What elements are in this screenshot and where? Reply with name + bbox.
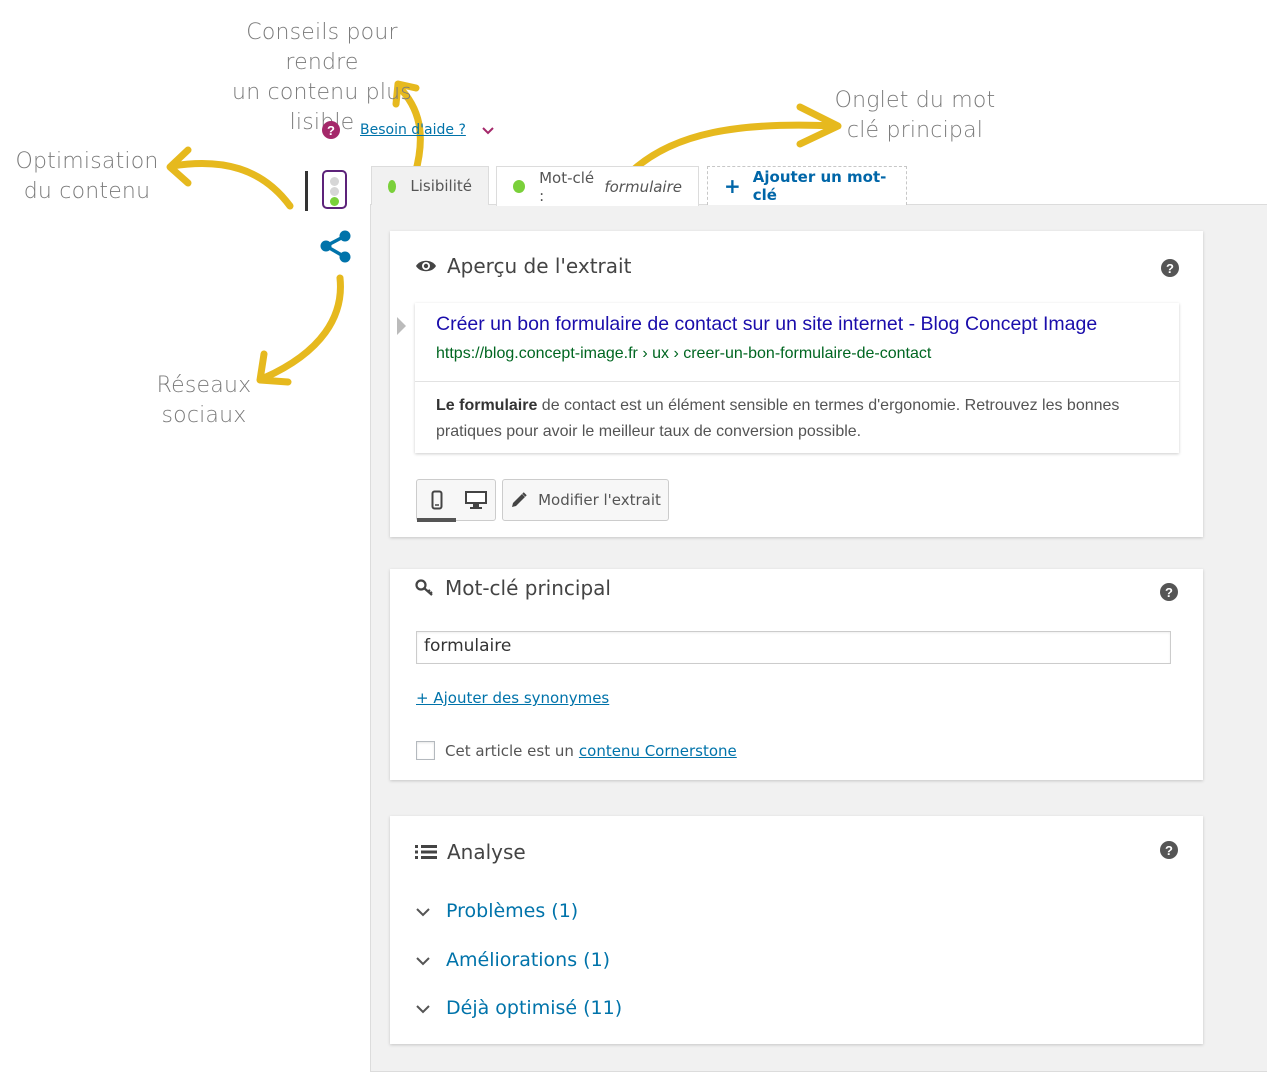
arrow-social-head bbox=[256, 350, 292, 386]
analysis-item-label: Déjà optimisé (11) bbox=[446, 997, 623, 1019]
pencil-icon bbox=[512, 492, 527, 507]
active-indicator bbox=[305, 171, 308, 211]
analysis-title-text: Analyse bbox=[447, 840, 526, 864]
tab-add-keyword-label: Ajouter un mot-clé bbox=[752, 168, 887, 204]
help-row: ? Besoin d'aide ? bbox=[322, 118, 494, 142]
preview-url: https://blog.concept-image.fr › ux › cre… bbox=[436, 345, 932, 362]
desktop-preview-button[interactable] bbox=[456, 480, 495, 520]
preview-search-title: Créer un bon formulaire de contact sur u… bbox=[436, 313, 1098, 335]
tab-keyword[interactable]: Mot-clé : formulaire bbox=[496, 166, 699, 206]
add-synonyms-link[interactable]: + Ajouter des synonymes bbox=[416, 689, 609, 707]
annotation-main-keyword-tab: Onglet du mot clé principal bbox=[834, 88, 996, 143]
keyword-title-text: Mot-clé principal bbox=[445, 576, 611, 600]
arrow-optimization-head bbox=[166, 146, 192, 187]
edit-snippet-button[interactable]: Modifier l'extrait bbox=[502, 479, 669, 521]
cornerstone-link[interactable]: contenu Cornerstone bbox=[579, 742, 737, 760]
google-preview[interactable]: Créer un bon formulaire de contact sur u… bbox=[415, 303, 1179, 453]
analysis-card: Analyse ? Problèmes (1) Améliorations (1… bbox=[390, 816, 1203, 1044]
arrow-social bbox=[260, 274, 344, 382]
snippet-preview-card: Aperçu de l'extrait ? Créer un bon formu… bbox=[390, 231, 1203, 537]
preview-divider bbox=[415, 381, 1179, 382]
status-dot-icon bbox=[388, 179, 397, 193]
cornerstone-text: Cet article est un bbox=[445, 741, 574, 760]
analysis-card-title: Analyse bbox=[415, 840, 526, 864]
question-mark-icon[interactable]: ? bbox=[322, 121, 340, 139]
mobile-preview-button[interactable] bbox=[417, 480, 456, 522]
tab-keyword-label: Mot-clé : bbox=[539, 168, 595, 205]
arrow-optimization bbox=[168, 160, 294, 210]
share-icon[interactable] bbox=[318, 228, 356, 266]
list-icon bbox=[415, 845, 437, 859]
snippet-card-title: Aperçu de l'extrait bbox=[415, 254, 631, 278]
analysis-item-improvements[interactable]: Améliorations (1) bbox=[416, 949, 610, 971]
mobile-icon bbox=[431, 490, 442, 510]
tab-add-keyword[interactable]: + Ajouter un mot-clé bbox=[707, 166, 907, 205]
desktop-icon bbox=[464, 491, 487, 509]
tab-readability-label: Lisibilité bbox=[410, 177, 472, 195]
seo-panel: Aperçu de l'extrait ? Créer un bon formu… bbox=[370, 204, 1267, 1072]
annotation-content-optimization: Optimisation du contenu bbox=[15, 149, 159, 204]
preview-description: Le formulaire de contact est un élément … bbox=[436, 393, 1166, 445]
plus-icon: + bbox=[724, 174, 741, 198]
preview-desc-bold: Le formulaire bbox=[436, 397, 538, 414]
focus-keyword-input[interactable]: formulaire bbox=[416, 631, 1171, 664]
annotation-social-networks: Réseaux sociaux bbox=[156, 373, 252, 428]
chevron-down-icon[interactable] bbox=[482, 122, 494, 138]
snippet-title-text: Aperçu de l'extrait bbox=[447, 254, 632, 278]
chevron-down-icon bbox=[416, 949, 430, 971]
cornerstone-option: Cet article est un contenu Cornerstone bbox=[416, 741, 737, 760]
preview-mode-toggle bbox=[416, 479, 496, 522]
key-icon bbox=[415, 579, 433, 596]
analysis-item-label: Problèmes (1) bbox=[446, 900, 579, 922]
edit-snippet-label: Modifier l'extrait bbox=[538, 491, 661, 509]
cornerstone-checkbox[interactable] bbox=[416, 741, 435, 760]
analysis-help-icon[interactable]: ? bbox=[1160, 841, 1178, 859]
status-dot-icon bbox=[513, 180, 526, 193]
analysis-item-optimized[interactable]: Déjà optimisé (11) bbox=[416, 997, 622, 1019]
analysis-item-label: Améliorations (1) bbox=[446, 949, 611, 971]
chevron-down-icon bbox=[416, 997, 430, 1019]
eye-icon bbox=[416, 260, 436, 272]
tab-keyword-value: formulaire bbox=[604, 177, 682, 196]
tab-readability[interactable]: Lisibilité bbox=[371, 166, 489, 205]
traffic-light-icon[interactable] bbox=[322, 170, 347, 209]
snippet-help-icon[interactable]: ? bbox=[1161, 259, 1179, 277]
keyword-help-icon[interactable]: ? bbox=[1160, 583, 1178, 601]
keyword-card-title: Mot-clé principal bbox=[415, 576, 611, 600]
main-keyword-card: Mot-clé principal ? formulaire + Ajouter… bbox=[390, 569, 1203, 780]
help-link[interactable]: Besoin d'aide ? bbox=[360, 122, 466, 138]
preview-desc-rest: de contact est un élément sensible en te… bbox=[436, 397, 1120, 440]
chevron-down-icon bbox=[416, 900, 430, 922]
analysis-item-problems[interactable]: Problèmes (1) bbox=[416, 900, 578, 922]
caret-right-icon bbox=[397, 317, 406, 335]
